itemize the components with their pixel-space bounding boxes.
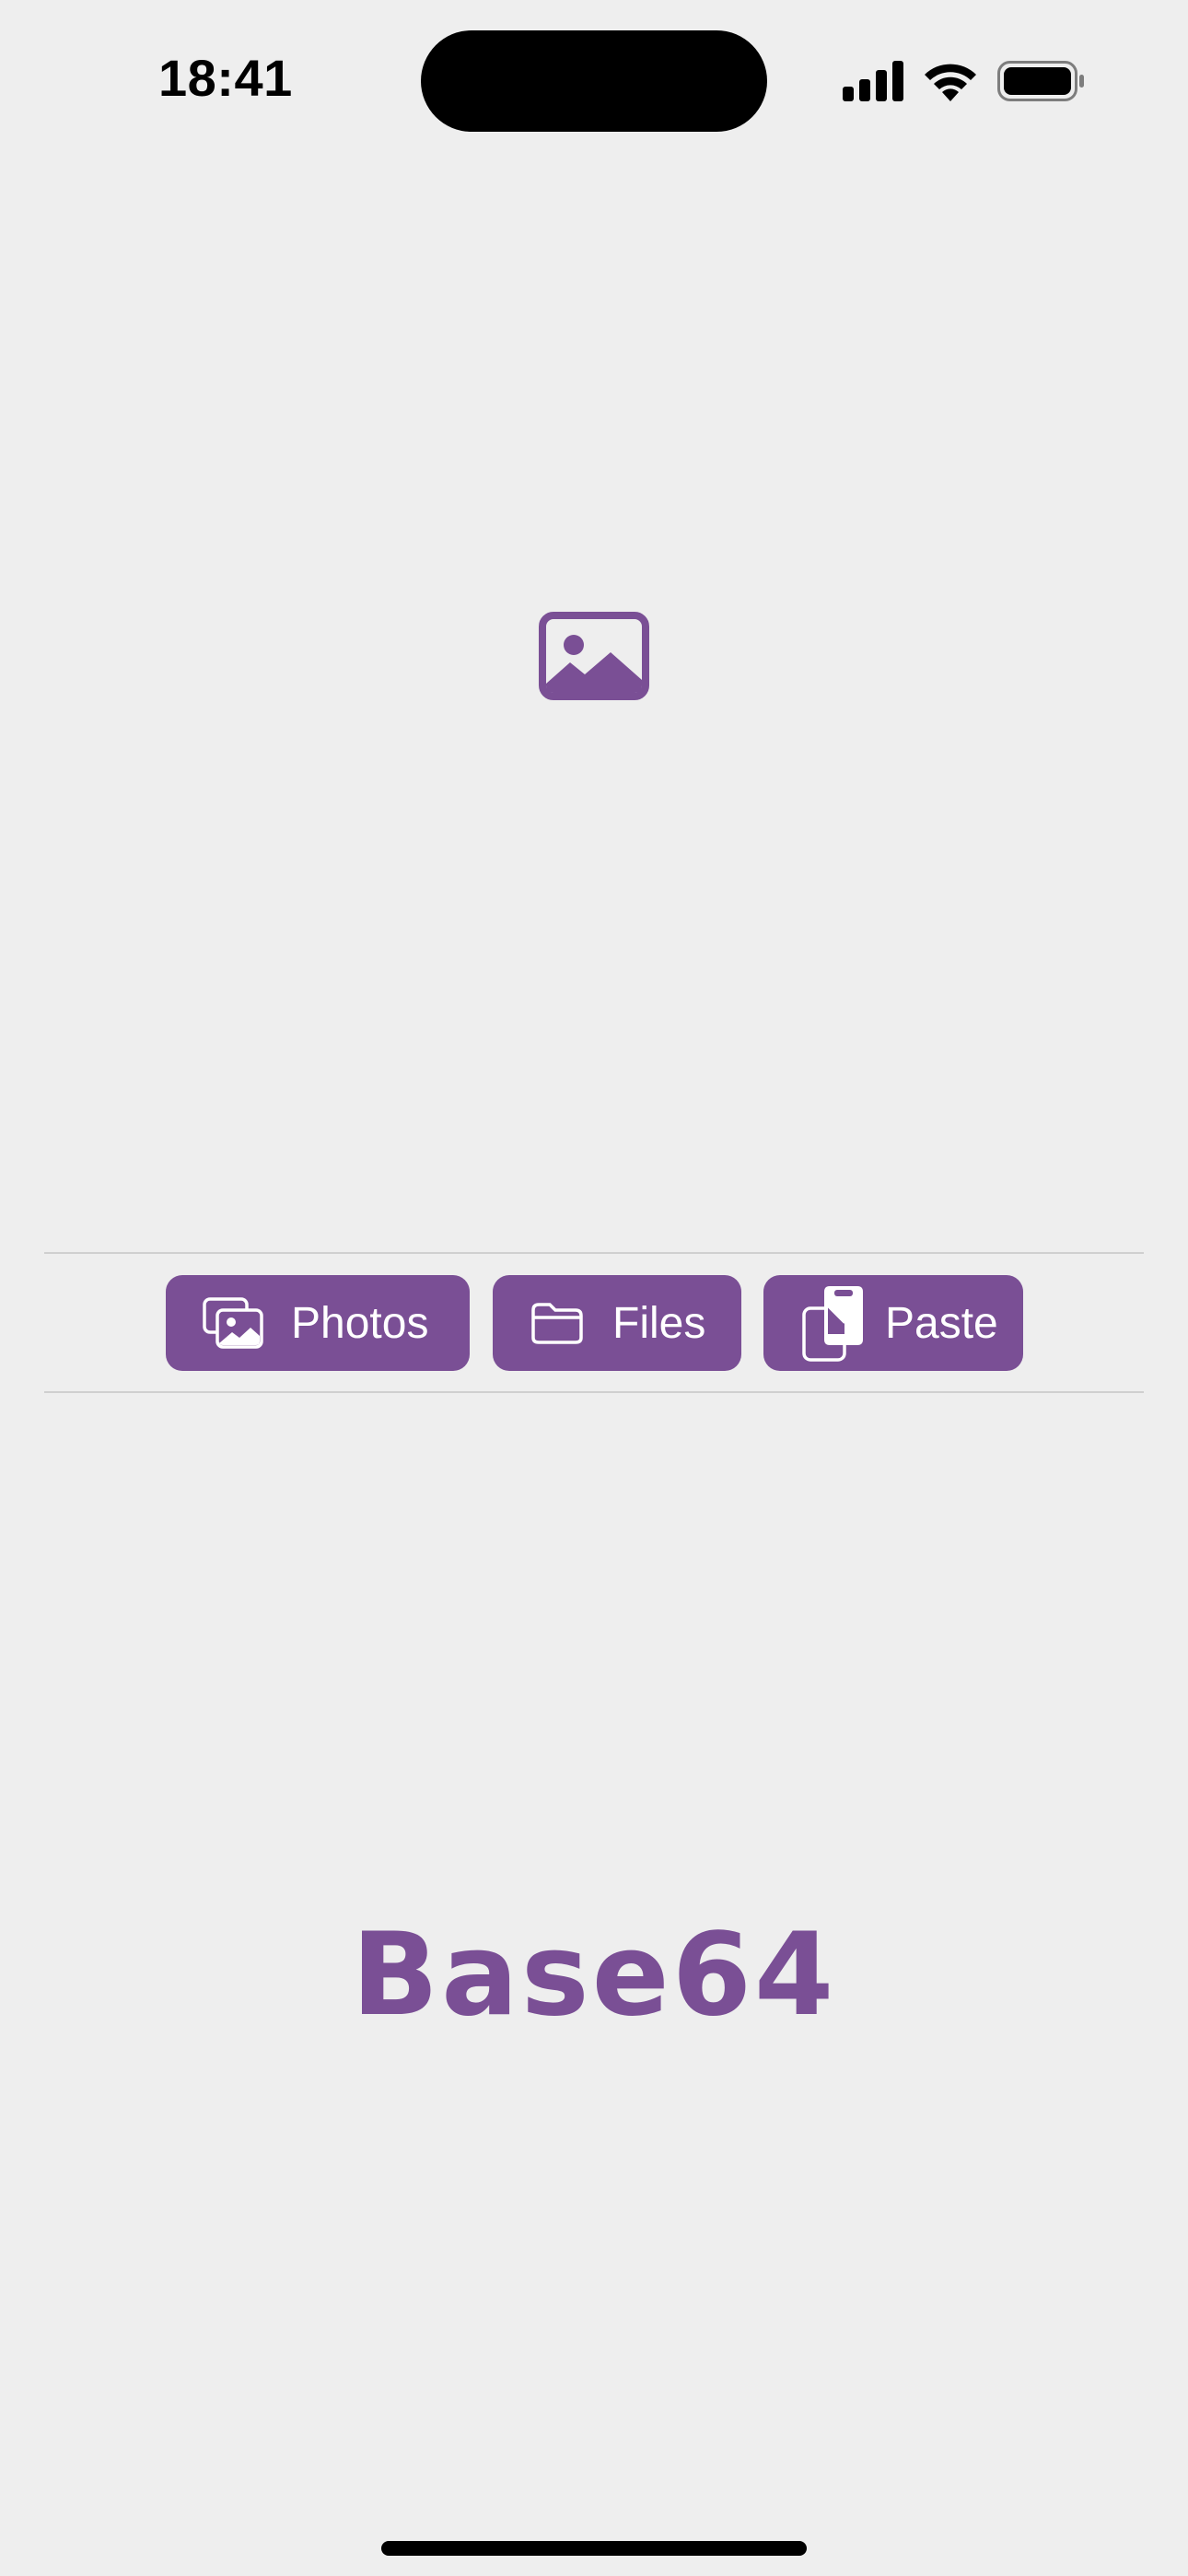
source-toolbar: Photos Files Paste (0, 1275, 1188, 1371)
dynamic-island (421, 30, 767, 132)
home-indicator[interactable] (381, 2541, 807, 2556)
clipboard-paste-icon (802, 1286, 863, 1362)
wifi-icon (925, 64, 976, 101)
battery-icon (997, 61, 1084, 101)
photos-button-label: Photos (291, 1298, 429, 1348)
output-title: Base64 (351, 1909, 837, 2042)
base64-output-area[interactable]: Base64 (0, 1393, 1188, 2499)
paste-button[interactable]: Paste (763, 1275, 1023, 1371)
image-preview-area[interactable] (0, 157, 1188, 1253)
paste-button-label: Paste (885, 1298, 998, 1348)
status-time: 18:41 (158, 49, 293, 107)
photo-icon (539, 612, 649, 700)
photo-stack-icon (203, 1297, 263, 1349)
cellular-signal-icon (843, 61, 903, 101)
files-button[interactable]: Files (493, 1275, 741, 1371)
files-button-label: Files (612, 1298, 706, 1348)
photos-button[interactable]: Photos (166, 1275, 470, 1371)
toolbar-top-divider (44, 1252, 1144, 1254)
folder-icon (531, 1303, 583, 1344)
status-bar: 18:41 (0, 0, 1188, 157)
